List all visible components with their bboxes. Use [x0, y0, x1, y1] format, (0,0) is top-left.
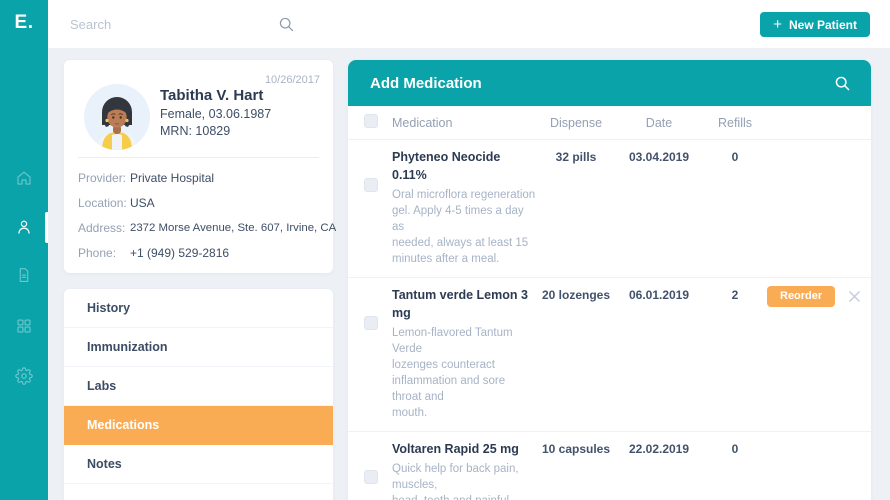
row-actions: Reorder [767, 286, 861, 306]
record-date: 10/26/2017 [265, 74, 320, 86]
medication-name: Phyteneo Neocide 0.11% [392, 148, 537, 184]
dispense-value: 10 capsules [537, 440, 615, 458]
sidebar-item-home[interactable] [0, 169, 48, 187]
nav-label: History [87, 301, 130, 315]
column-header-dispense: Dispense [537, 116, 615, 130]
refills-value: 2 [703, 286, 767, 304]
nav-item-partial [64, 484, 333, 500]
info-label: Phone: [78, 246, 130, 260]
nav-item-history[interactable]: History [64, 289, 333, 328]
search-input[interactable] [70, 0, 270, 48]
sidebar-item-patients[interactable] [0, 218, 48, 236]
table-header: Medication Dispense Date Refills [348, 106, 871, 140]
info-value: +1 (949) 529-2816 [130, 246, 229, 260]
search-icon[interactable] [833, 74, 851, 92]
nav-label: Notes [87, 457, 122, 471]
medication-panel: Add Medication Medication Dispense Date … [348, 60, 871, 500]
date-value: 03.04.2019 [615, 148, 703, 166]
reorder-button[interactable]: Reorder [767, 286, 835, 307]
info-label: Location: [78, 196, 130, 210]
info-row-location: Location: USA [78, 190, 327, 215]
medication-row: Tantum verde Lemon 3 mg Lemon-flavored T… [348, 278, 871, 432]
refills-value: 0 [703, 440, 767, 458]
nav-label: Labs [87, 379, 116, 393]
info-row-provider: Provider: Private Hospital [78, 165, 327, 190]
medication-row: Voltaren Rapid 25 mg Quick help for back… [348, 432, 871, 500]
column-header-medication: Medication [392, 116, 537, 130]
panel-title: Add Medication [370, 75, 833, 92]
info-value: Private Hospital [130, 171, 214, 185]
row-checkbox[interactable] [364, 316, 378, 330]
new-patient-label: New Patient [789, 18, 857, 32]
info-row-address: Address: 2372 Morse Avenue, Ste. 607, Ir… [78, 215, 327, 240]
sidebar-item-dashboard[interactable] [0, 317, 48, 335]
gear-icon [15, 367, 33, 385]
row-checkbox[interactable] [364, 178, 378, 192]
info-value: 2372 Morse Avenue, Ste. 607, Irvine, CA [130, 222, 336, 234]
patient-info-list: Provider: Private Hospital Location: USA… [78, 165, 327, 265]
card-divider [78, 157, 319, 158]
new-patient-button[interactable]: + New Patient [760, 12, 870, 37]
select-all-checkbox[interactable] [364, 114, 378, 128]
topbar: + New Patient [48, 0, 890, 48]
search-icon[interactable] [277, 15, 295, 33]
sidebar-item-documents[interactable] [0, 266, 48, 284]
active-nav-indicator [45, 212, 48, 243]
column-header-date: Date [615, 116, 703, 130]
patient-mrn: MRN: 10829 [160, 124, 230, 138]
avatar [84, 84, 150, 150]
column-header-refills: Refills [703, 116, 767, 130]
refills-value: 0 [703, 148, 767, 166]
person-icon [15, 218, 33, 236]
medication-row: Phyteneo Neocide 0.11% Oral microflora r… [348, 140, 871, 278]
info-value: USA [130, 196, 155, 210]
medication-description: Quick help for back pain, muscles, head,… [392, 461, 537, 500]
nav-item-labs[interactable]: Labs [64, 367, 333, 406]
plus-icon: + [773, 17, 782, 32]
row-checkbox[interactable] [364, 470, 378, 484]
nav-label: Immunization [87, 340, 168, 354]
info-label: Provider: [78, 171, 130, 185]
date-value: 22.02.2019 [615, 440, 703, 458]
patient-card: 10/26/2017 [64, 60, 333, 273]
sidebar-item-settings[interactable] [0, 367, 48, 385]
app-logo: E. [0, 0, 48, 34]
panel-header: Add Medication [348, 60, 871, 106]
patient-section-nav: History Immunization Labs Medications No… [64, 289, 333, 500]
nav-item-notes[interactable]: Notes [64, 445, 333, 484]
dispense-value: 20 lozenges [537, 286, 615, 304]
patient-name: Tabitha V. Hart [160, 87, 263, 104]
nav-item-immunization[interactable]: Immunization [64, 328, 333, 367]
dispense-value: 32 pills [537, 148, 615, 166]
info-row-phone: Phone: +1 (949) 529-2816 [78, 240, 327, 265]
app-root: E. [0, 0, 890, 500]
home-icon [15, 169, 33, 187]
sidebar: E. [0, 0, 48, 500]
info-label: Address: [78, 221, 130, 235]
medication-description: Oral microflora regeneration gel. Apply … [392, 187, 537, 267]
document-icon [15, 266, 33, 284]
medication-description: Lemon-flavored Tantum Verde lozenges cou… [392, 325, 537, 421]
medication-name: Tantum verde Lemon 3 mg [392, 286, 537, 322]
nav-label: Medications [87, 418, 159, 432]
grid-icon [15, 317, 33, 335]
date-value: 06.01.2019 [615, 286, 703, 304]
medication-name: Voltaren Rapid 25 mg [392, 440, 537, 458]
patient-demographics: Female, 03.06.1987 [160, 107, 271, 121]
nav-item-medications[interactable]: Medications [64, 406, 333, 445]
close-icon[interactable] [848, 290, 861, 303]
